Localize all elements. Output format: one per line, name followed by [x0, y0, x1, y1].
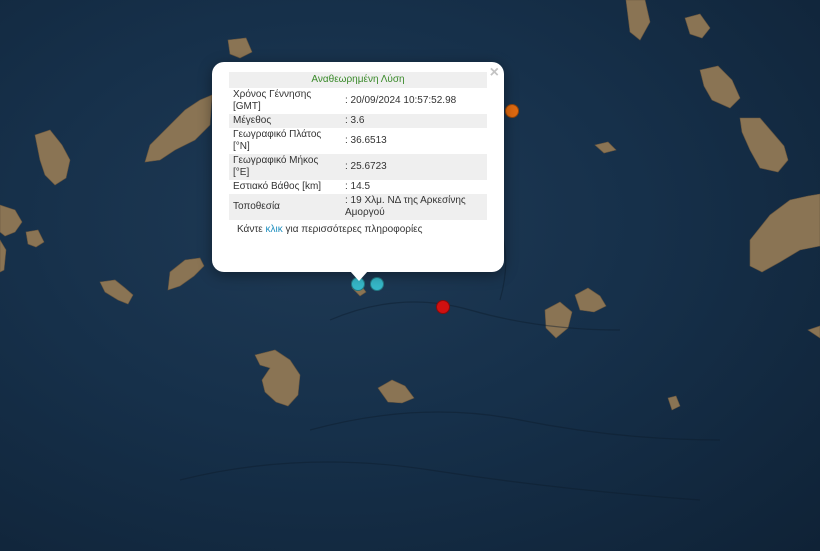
longitude-label: Γεωγραφικό Μήκος [°E] — [229, 154, 341, 180]
more-info-prefix: Κάντε — [237, 224, 266, 235]
origin-time-label: Χρόνος Γέννησης [GMT] — [233, 89, 312, 112]
popup-content: Αναθεωρημένη Λύση Χρόνος Γέννησης [GMT] … — [229, 72, 487, 235]
marker-cyan[interactable] — [370, 277, 384, 291]
more-info-suffix: για περισσότερες πληροφορίες — [282, 224, 423, 235]
island — [99, 279, 134, 305]
table-row: Μέγεθος : 3.6 — [229, 114, 487, 128]
more-info-line: Κάντε κλικ για περισσότερες πληροφορίες — [229, 224, 487, 235]
island — [684, 13, 711, 39]
island — [807, 325, 820, 339]
table-row: Τοποθεσία : 19 Χλμ. ΝΔ της Αρκεσίνης Αμο… — [229, 194, 487, 220]
table-row: Γεωγραφικό Πλάτος [°N] : 36.6513 — [229, 128, 487, 154]
table-row: Εστιακό Βάθος [km] : 14.5 — [229, 180, 487, 194]
depth-value: : 14.5 — [345, 181, 371, 192]
table-row: Αναθεωρημένη Λύση — [229, 72, 487, 88]
island — [544, 301, 573, 339]
more-info-link[interactable]: κλικ — [266, 224, 283, 235]
island — [0, 239, 7, 273]
island — [667, 395, 681, 411]
island — [699, 65, 741, 109]
island — [227, 37, 253, 59]
earthquake-details-table: Αναθεωρημένη Λύση Χρόνος Γέννησης [GMT] … — [229, 72, 487, 220]
magnitude-label: Μέγεθος — [229, 114, 341, 128]
longitude-value: : 25.6723 — [341, 154, 487, 180]
island — [254, 349, 301, 407]
island — [144, 94, 213, 163]
table-row: Χρόνος Γέννησης [GMT] : 20/09/2024 10:57… — [229, 88, 487, 114]
latitude-value: : 36.6513 — [345, 135, 387, 146]
earthquake-info-popup: × Αναθεωρημένη Λύση Χρόνος Γέννησης [GMT… — [212, 62, 504, 281]
island — [594, 141, 617, 154]
island — [34, 129, 71, 186]
location-label: Τοποθεσία — [229, 194, 341, 220]
location-value: : 19 Χλμ. ΝΔ της Αρκεσίνης Αμοργού — [341, 194, 487, 220]
close-icon[interactable]: × — [490, 63, 499, 83]
table-row: Γεωγραφικό Μήκος [°E] : 25.6723 — [229, 154, 487, 180]
magnitude-value: : 3.6 — [341, 114, 487, 128]
island — [739, 117, 789, 173]
marker-orange[interactable] — [505, 104, 519, 118]
origin-time-value: : 20/09/2024 10:57:52.98 — [345, 95, 457, 106]
island — [749, 193, 820, 273]
map-view[interactable]: × Αναθεωρημένη Λύση Χρόνος Γέννησης [GMT… — [0, 0, 820, 551]
island — [625, 0, 651, 41]
island — [25, 229, 45, 248]
island — [574, 287, 607, 313]
island — [0, 204, 23, 237]
solution-status-title: Αναθεωρημένη Λύση — [229, 72, 487, 88]
latitude-label: Γεωγραφικό Πλάτος [°N] — [233, 129, 322, 152]
island — [167, 257, 205, 291]
island — [377, 379, 415, 404]
depth-label: Εστιακό Βάθος [km] — [233, 181, 322, 192]
marker-red[interactable] — [436, 300, 450, 314]
popup-tip — [350, 271, 368, 281]
